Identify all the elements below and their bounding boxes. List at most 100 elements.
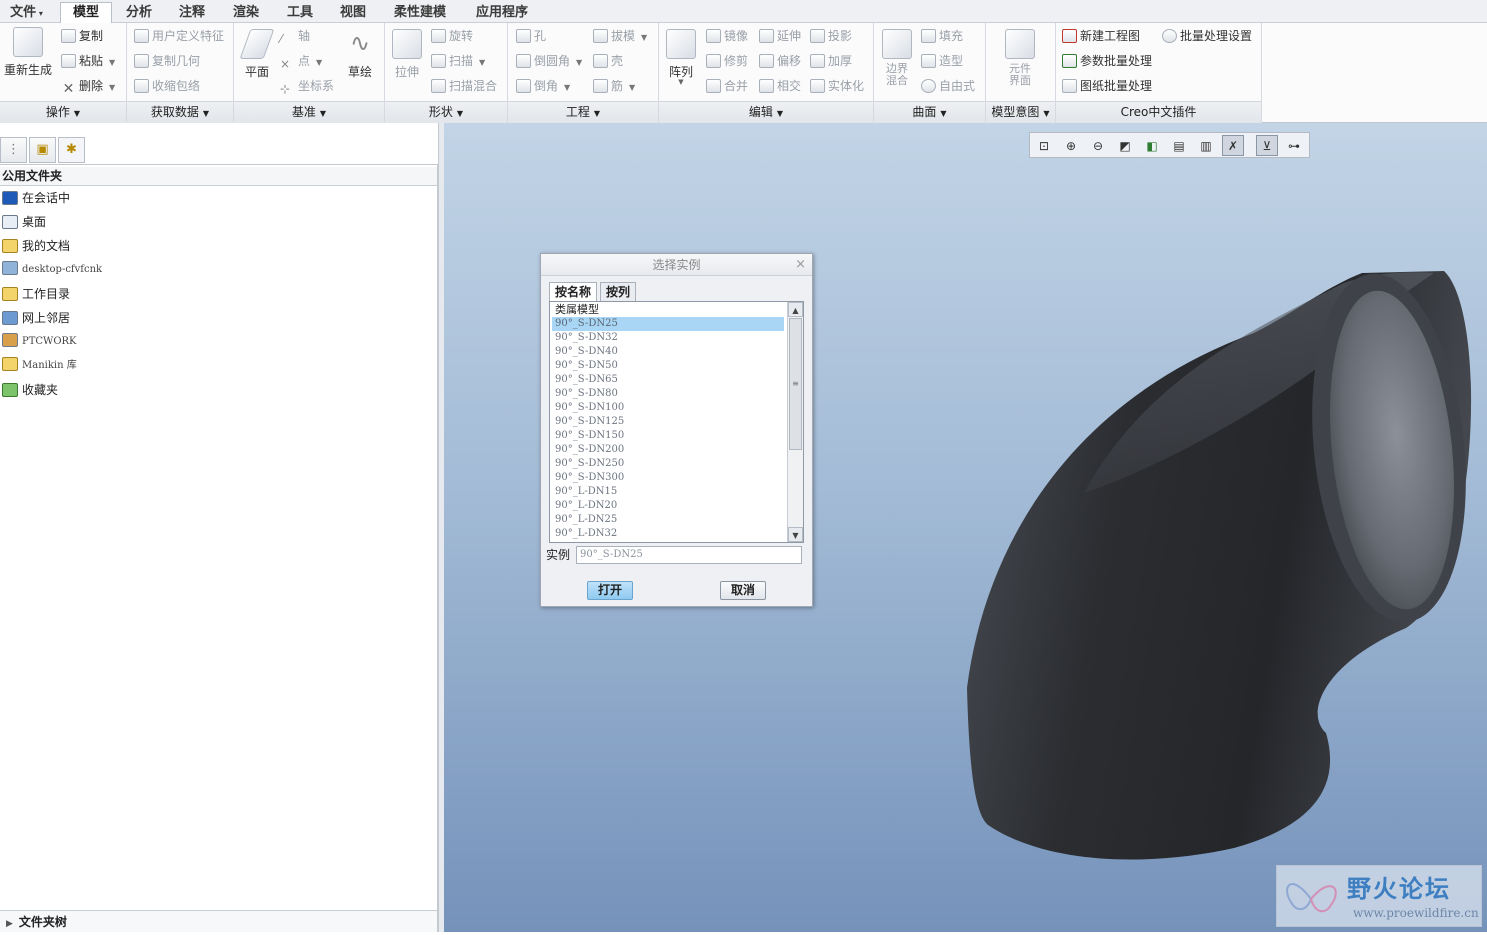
folder-my-documents[interactable]: 我的文档 [2, 236, 70, 256]
new-drawing-button[interactable]: 新建工程图 [1062, 26, 1140, 46]
group-datum-caption[interactable]: 基准 ▼ [234, 101, 384, 123]
sketch-button[interactable]: ∿ 草绘 [340, 29, 380, 80]
hole-button[interactable]: 孔 [516, 26, 546, 46]
tab-view[interactable]: 视图 [328, 2, 378, 23]
zoom-in-button[interactable]: ⊕ [1060, 135, 1082, 156]
display-style-button[interactable]: ◧ [1141, 135, 1163, 156]
component-interface-button[interactable]: 元件界面 [1000, 29, 1040, 87]
batch-settings-button[interactable]: 批量处理设置 [1162, 26, 1252, 46]
group-model-intent-caption[interactable]: 模型意图 ▼ [986, 101, 1055, 123]
tab-applications[interactable]: 应用程序 [462, 2, 542, 23]
list-item[interactable]: 90°_L-DN25 [552, 513, 784, 527]
instance-list[interactable]: 类属模型 90°_S-DN25 90°_S-DN32 90°_S-DN40 90… [549, 301, 804, 543]
folder-network[interactable]: 网上邻居 [2, 308, 70, 328]
repaint-button[interactable]: ◩ [1114, 135, 1136, 156]
cancel-button[interactable]: 取消 [720, 581, 766, 600]
list-item[interactable]: 90°_L-DN15 [552, 485, 784, 499]
list-item[interactable]: 90°_S-DN300 [552, 471, 784, 485]
spin-center-button[interactable]: ⊻ [1256, 135, 1278, 156]
scroll-down-icon[interactable]: ▼ [788, 527, 803, 542]
group-shape-caption[interactable]: 形状 ▼ [385, 101, 507, 123]
thicken-button[interactable]: 加厚 [810, 51, 852, 71]
intersect-button[interactable]: 相交 [759, 76, 801, 96]
solidify-button[interactable]: 实体化 [810, 76, 864, 96]
file-menu[interactable]: 文件 ▾ [3, 2, 50, 23]
folder-in-session[interactable]: 在会话中 [2, 188, 70, 208]
folder-computer[interactable]: desktop-cfvfcnk [2, 260, 102, 280]
group-surfaces-caption[interactable]: 曲面 ▼ [874, 101, 985, 123]
tab-render[interactable]: 渲染 [220, 2, 272, 23]
merge-button[interactable]: 合并 [706, 76, 748, 96]
tab-analysis[interactable]: 分析 [114, 2, 164, 23]
generic-model-item[interactable]: 类属模型 [552, 303, 784, 317]
folder-favorites[interactable]: 收藏夹 [2, 380, 58, 400]
close-icon[interactable]: × [795, 254, 806, 276]
draft-button[interactable]: 拔模 ▼ [593, 26, 647, 46]
regenerate-button[interactable]: 重新生成 [3, 27, 53, 78]
shell-button[interactable]: 壳 [593, 51, 623, 71]
copy-button[interactable]: 复制 [61, 26, 103, 46]
mirror-button[interactable]: 镜像 [706, 26, 748, 46]
tab-annotate[interactable]: 注释 [166, 2, 218, 23]
group-editing-caption[interactable]: 编辑 ▼ [659, 101, 873, 123]
group-operation-caption[interactable]: 操作 ▼ [0, 101, 126, 123]
csys-button[interactable]: ⊹ 坐标系 [280, 76, 334, 96]
drawing-batch-button[interactable]: 图纸批量处理 [1062, 76, 1152, 96]
paste-button[interactable]: 粘贴 ▼ [61, 51, 115, 71]
favorites-tab[interactable]: ✱ [58, 137, 85, 163]
folder-browser-tab[interactable]: ▣ [29, 137, 56, 163]
tab-tools[interactable]: 工具 [274, 2, 326, 23]
tab-flexible-modeling[interactable]: 柔性建模 [380, 2, 460, 23]
group-get-data-caption[interactable]: 获取数据 ▼ [127, 101, 233, 123]
folder-working-directory[interactable]: 工作目录 [2, 284, 70, 304]
list-item[interactable]: 90°_S-DN50 [552, 359, 784, 373]
open-button[interactable]: 打开 [587, 581, 633, 600]
list-item[interactable]: 90°_S-DN125 [552, 415, 784, 429]
datum-display-button[interactable]: ✗ [1222, 135, 1244, 156]
model-tree-tab[interactable]: ⋮ [0, 137, 27, 163]
style-button[interactable]: 造型 [921, 51, 963, 71]
scrollbar-thumb[interactable]: ≡ [789, 318, 802, 450]
tab-by-name[interactable]: 按名称 [549, 282, 598, 302]
tab-by-column[interactable]: 按列 [600, 282, 637, 301]
list-item[interactable]: 90°_S-DN40 [552, 345, 784, 359]
list-item[interactable]: 90°_L-DN32 [552, 527, 784, 541]
rib-button[interactable]: 筋 ▼ [593, 76, 635, 96]
pattern-button[interactable]: 阵列 ▼ [663, 29, 699, 86]
scroll-up-icon[interactable]: ▲ [788, 302, 803, 317]
boundary-blend-button[interactable]: 边界混合 [878, 29, 916, 87]
extend-button[interactable]: 延伸 [759, 26, 801, 46]
fill-button[interactable]: 填充 [921, 26, 963, 46]
delete-button[interactable]: ✕ 删除 ▼ [61, 76, 116, 96]
list-item[interactable]: 90°_S-DN25 [552, 317, 784, 331]
list-item[interactable]: 90°_S-DN65 [552, 373, 784, 387]
list-scrollbar[interactable]: ▲ ≡ ▼ [787, 302, 803, 542]
axis-button[interactable]: ⁄ 轴 [280, 26, 310, 46]
shrinkwrap-button[interactable]: 收缩包络 [134, 76, 200, 96]
swept-blend-button[interactable]: 扫描混合 [431, 76, 497, 96]
copy-geometry-button[interactable]: 复制几何 [134, 51, 200, 71]
sweep-button[interactable]: 扫描 ▼ [431, 51, 485, 71]
udf-button[interactable]: 用户定义特征 [134, 26, 224, 46]
extrude-button[interactable]: 拉伸 [389, 29, 425, 80]
list-item[interactable]: 90°_S-DN150 [552, 429, 784, 443]
trim-button[interactable]: 修剪 [706, 51, 748, 71]
zoom-out-button[interactable]: ⊖ [1087, 135, 1109, 156]
view-manager-button[interactable]: ▥ [1195, 135, 1217, 156]
group-engineering-caption[interactable]: 工程 ▼ [508, 101, 658, 123]
saved-orientations-button[interactable]: ▤ [1168, 135, 1190, 156]
chamfer-button[interactable]: 倒角 ▼ [516, 76, 570, 96]
param-batch-button[interactable]: 参数批量处理 [1062, 51, 1152, 71]
list-item[interactable]: 90°_S-DN200 [552, 443, 784, 457]
list-item[interactable]: 90°_L-DN20 [552, 499, 784, 513]
instance-input[interactable]: 90°_S-DN25 [576, 546, 802, 564]
folder-manikin-library[interactable]: Manikin 库 [2, 356, 77, 376]
tab-model[interactable]: 模型 [60, 2, 112, 24]
project-button[interactable]: 投影 [810, 26, 852, 46]
round-button[interactable]: 倒圆角 ▼ [516, 51, 582, 71]
offset-button[interactable]: 偏移 [759, 51, 801, 71]
folder-desktop[interactable]: 桌面 [2, 212, 46, 232]
annotation-display-button[interactable]: ⊶ [1283, 135, 1305, 156]
folder-tree-toggle[interactable]: ▶ 文件夹树 [0, 910, 437, 932]
list-item[interactable]: 90°_S-DN100 [552, 401, 784, 415]
